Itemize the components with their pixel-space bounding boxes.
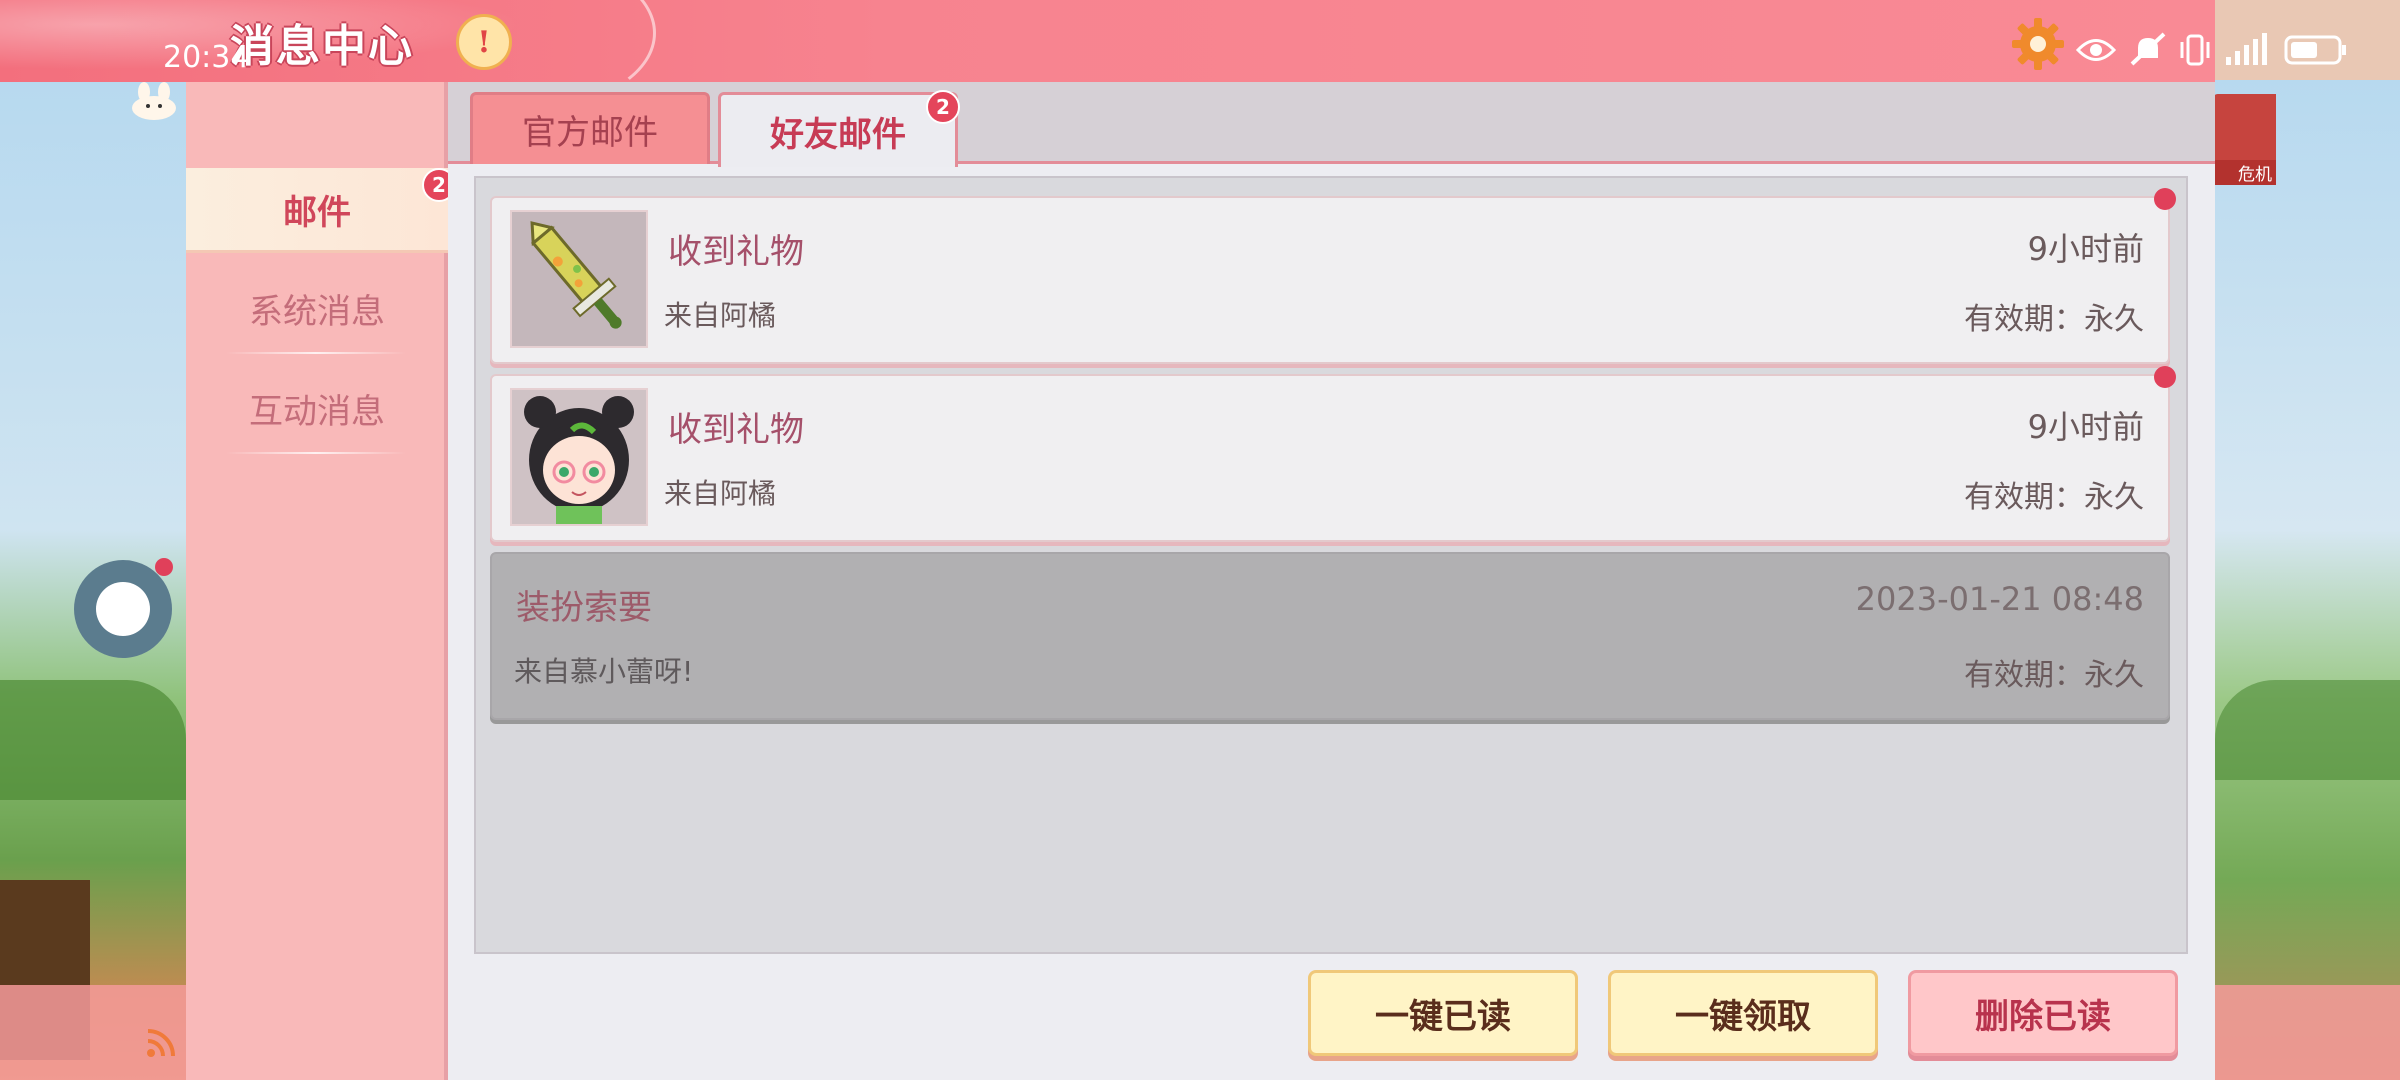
girl-avatar: [510, 388, 648, 526]
page-title: 消息中心: [230, 21, 414, 72]
read-all-button[interactable]: 一键已读: [1308, 970, 1578, 1056]
mail-sender: 来自慕小蕾呀!: [514, 655, 694, 688]
vibrate-icon: [2180, 34, 2210, 66]
signal-icon: [2226, 33, 2267, 65]
mail-item[interactable]: 装扮索要 来自慕小蕾呀! 2023-01-21 08:48 有效期：永久: [490, 552, 2170, 720]
sidebar-item-label: 邮件: [283, 192, 351, 233]
sword-item-icon: [510, 210, 648, 348]
status-time: 20:34: [163, 40, 250, 75]
sidebar-divider: [226, 352, 406, 354]
mail-title: 装扮索要: [516, 588, 652, 628]
mail-item[interactable]: 收到礼物 来自阿橘 9小时前 有效期：永久: [490, 374, 2170, 542]
unread-dot: [2154, 366, 2176, 388]
mail-title: 收到礼物: [668, 232, 804, 272]
pet-avatar-icon: [124, 82, 184, 122]
background-scene-right: [2215, 80, 2400, 1080]
sidebar-item-label: 系统消息: [249, 291, 385, 332]
friend-mail-count-badge: 2: [926, 90, 960, 124]
mail-sender: 来自阿橘: [664, 477, 777, 510]
mail-time: 9小时前: [2027, 230, 2144, 268]
mail-expiry: 有效期：永久: [1964, 658, 2144, 693]
sidebar-item-interaction-messages[interactable]: 互动消息: [186, 367, 448, 449]
tab-bar: 官方邮件 好友邮件 2: [448, 82, 2215, 167]
mail-title: 收到礼物: [668, 410, 804, 450]
sidebar-item-label: 互动消息: [249, 391, 385, 432]
background-trees: [2215, 680, 2400, 780]
floating-assistant-button[interactable]: [74, 560, 172, 658]
claim-all-button[interactable]: 一键领取: [1608, 970, 1878, 1056]
battery-icon: [2284, 35, 2346, 65]
bell-mute-icon: [2130, 32, 2166, 66]
gear-icon[interactable]: [2006, 12, 2070, 76]
mail-item[interactable]: 收到礼物 来自阿橘 9小时前 有效期：永久: [490, 196, 2170, 364]
sidebar-item-mail[interactable]: 邮件: [186, 168, 448, 250]
unread-dot: [2154, 188, 2176, 210]
tab-label: 官方邮件: [522, 113, 658, 153]
mail-sender: 来自阿橘: [664, 299, 777, 332]
mail-expiry: 有效期：永久: [1964, 480, 2144, 515]
mail-time: 2023-01-21 08:48: [1855, 580, 2144, 618]
delete-read-button[interactable]: 删除已读: [1908, 970, 2178, 1056]
rss-icon[interactable]: [142, 1022, 182, 1062]
exclamation-icon: !: [477, 24, 491, 60]
notice-button[interactable]: !: [456, 14, 512, 70]
eye-icon: [2076, 39, 2116, 61]
floating-button-core: [96, 582, 150, 636]
mail-expiry: 有效期：永久: [1964, 302, 2144, 337]
system-status-icons: [2076, 30, 2348, 70]
background-trees: [0, 680, 186, 800]
tab-friend-mail[interactable]: 好友邮件: [718, 92, 958, 167]
mail-time: 9小时前: [2027, 408, 2144, 446]
side-event-label: 危机: [2212, 160, 2276, 185]
tab-official-mail[interactable]: 官方邮件: [470, 92, 710, 164]
floating-notification-dot: [155, 558, 173, 576]
sidebar-divider: [226, 452, 406, 454]
bottom-strip-right: [2215, 985, 2400, 1080]
tab-label: 好友邮件: [770, 114, 906, 155]
category-sidebar: 邮件 2 系统消息 互动消息: [186, 82, 456, 1080]
sidebar-item-system-messages[interactable]: 系统消息: [186, 267, 448, 349]
